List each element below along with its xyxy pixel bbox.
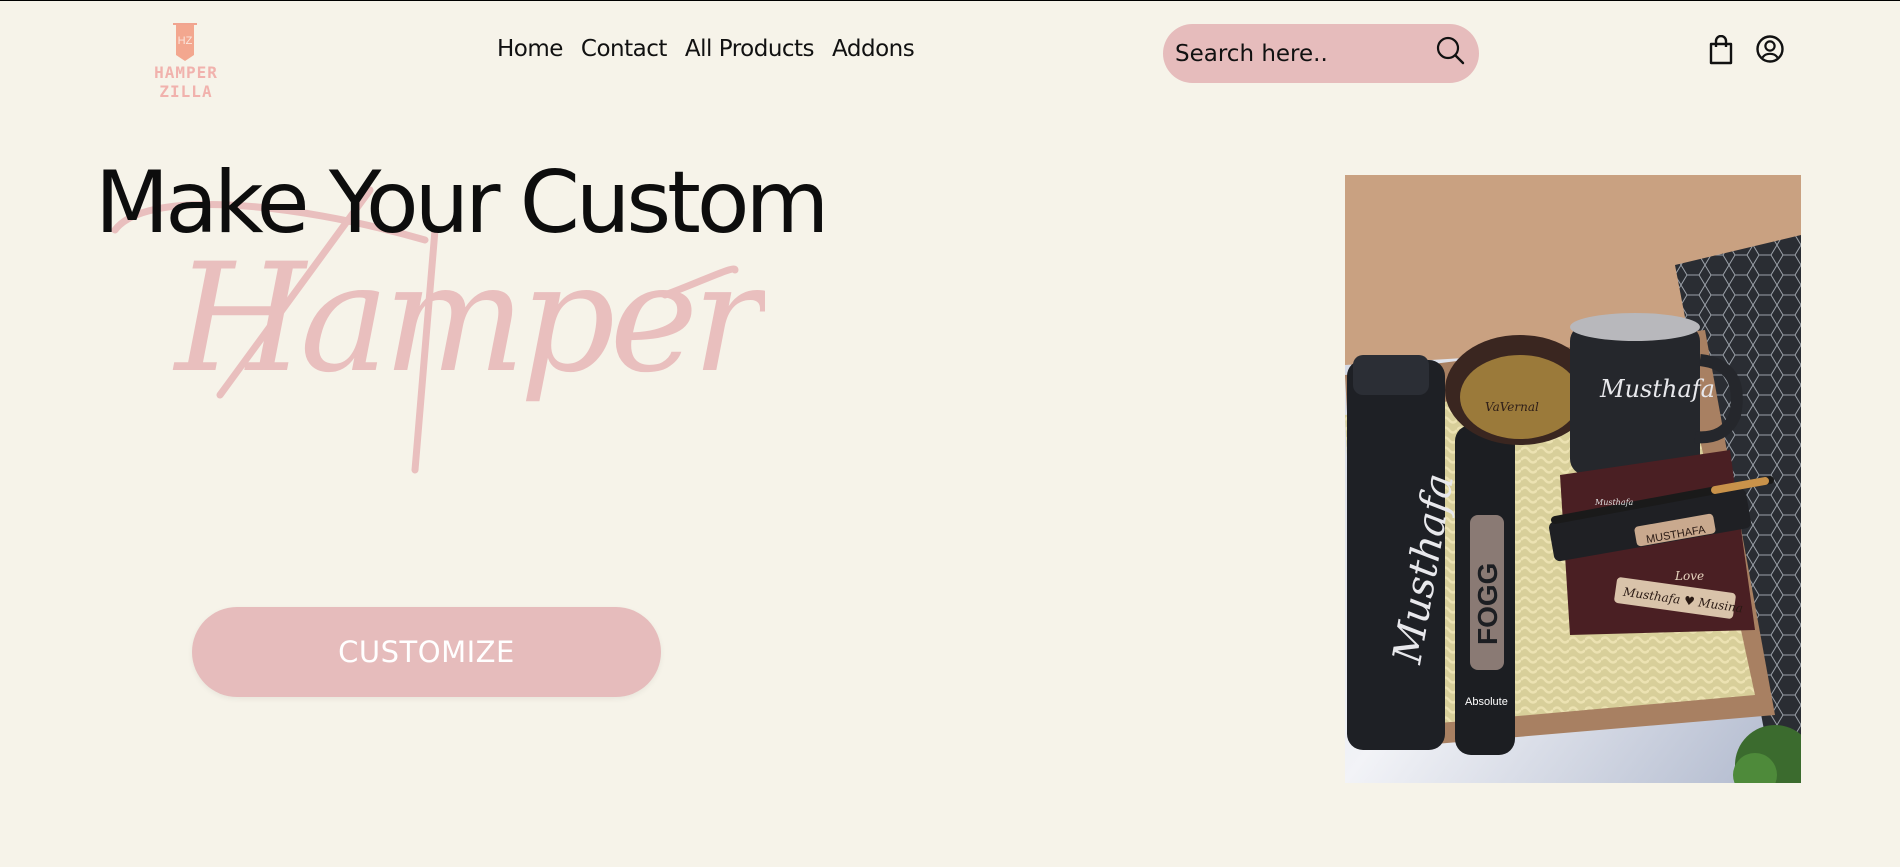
logo-banner-icon: HZ: [173, 23, 197, 61]
user-circle-icon[interactable]: [1755, 34, 1785, 64]
main-nav: Home Contact All Products Addons: [497, 36, 915, 62]
hero-script-text: Hamper: [172, 232, 765, 406]
search-icon[interactable]: [1434, 35, 1466, 67]
nav-addons[interactable]: Addons: [832, 36, 915, 62]
brand-logo[interactable]: HZ HAMPER ZILLA: [126, 18, 246, 101]
top-border: [0, 0, 1900, 1]
nav-all-products[interactable]: All Products: [685, 36, 815, 62]
spray-variant-text: Absolute: [1465, 696, 1508, 708]
mug-name-text: Musthafa: [1599, 375, 1715, 403]
search-input[interactable]: [1173, 36, 1417, 72]
nav-contact[interactable]: Contact: [581, 36, 667, 62]
hero-title: Make Your Custom: [95, 153, 829, 253]
search-bar: [1163, 24, 1479, 83]
chocolate-brand-text: VaVernal: [1485, 400, 1539, 414]
logo-initials: HZ: [178, 35, 193, 47]
product-hamper-image: Musthafa FOGG Absolute VaVernal Musthafa…: [1345, 175, 1801, 783]
customize-button[interactable]: CUSTOMIZE: [192, 607, 661, 697]
nav-home[interactable]: Home: [497, 36, 563, 62]
logo-name: HAMPER ZILLA: [154, 63, 218, 101]
spray-brand-text: FOGG: [1472, 563, 1503, 645]
pen-text: Musthafa: [1594, 498, 1634, 507]
wallet-love-text: Love: [1674, 569, 1704, 583]
shopping-bag-icon[interactable]: [1707, 35, 1735, 65]
